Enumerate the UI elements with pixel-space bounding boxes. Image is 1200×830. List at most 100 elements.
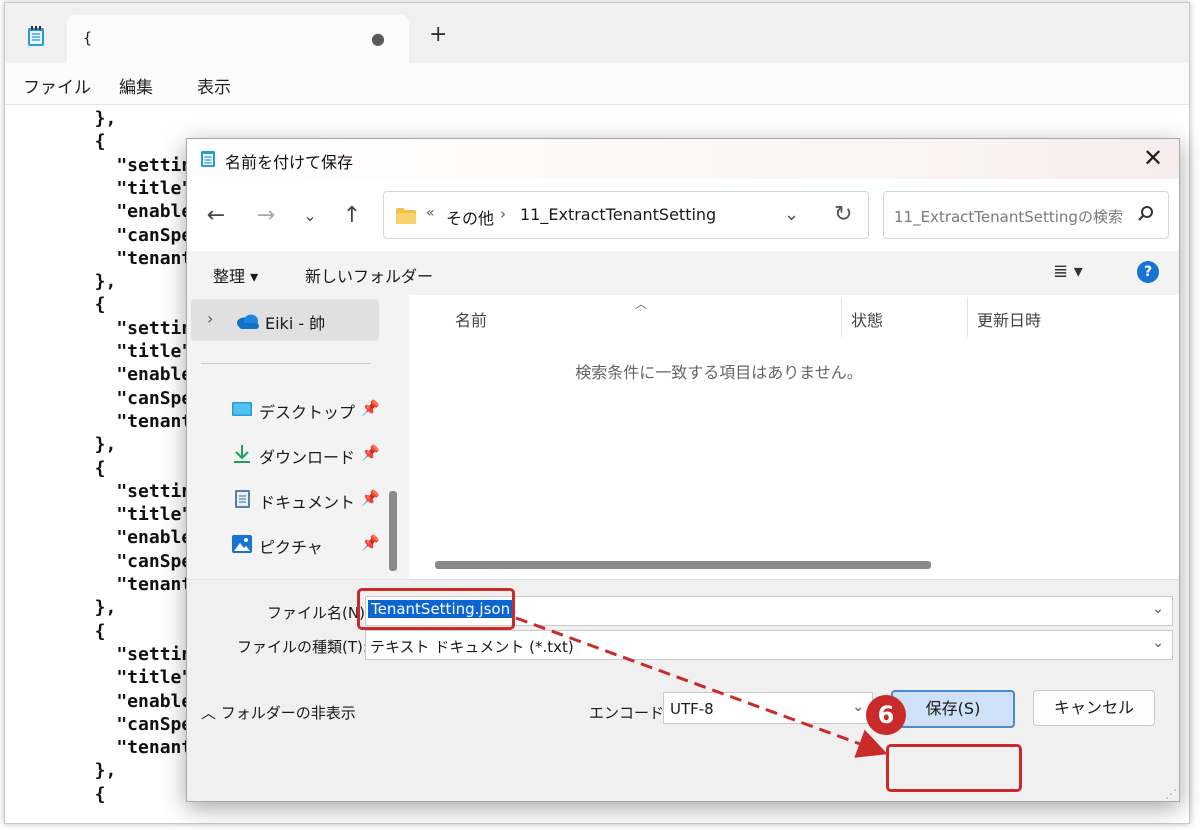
step-number-badge: 6 — [866, 695, 906, 735]
sidebar-item-desktop[interactable]: デスクトップ 📌 — [227, 391, 387, 427]
help-icon[interactable]: ? — [1137, 261, 1159, 283]
breadcrumb-other[interactable]: その他 — [446, 205, 494, 229]
notepad-menubar: ファイル 編集 表示 — [5, 63, 1189, 105]
sidebar-item-label: ピクチャ — [259, 538, 323, 557]
hide-folders-toggle[interactable]: ︿ フォルダーの非表示 — [201, 702, 356, 723]
sidebar-item-onedrive[interactable]: › Eiki - 帥 — [191, 299, 379, 341]
search-icon[interactable] — [1136, 204, 1156, 224]
expand-chevron-icon[interactable]: › — [207, 309, 213, 328]
onedrive-cloud-icon — [237, 314, 259, 329]
pin-icon[interactable]: 📌 — [361, 534, 380, 552]
sidebar-item-label: ダウンロード — [259, 448, 356, 467]
chevron-down-icon[interactable]: ⌄ — [295, 201, 325, 231]
annotation-highlight-save — [886, 744, 1022, 792]
menu-file[interactable]: ファイル — [23, 73, 91, 98]
column-divider[interactable] — [841, 297, 842, 337]
address-dropdown-icon[interactable]: ⌄ — [784, 204, 799, 225]
code-line: "title": — [73, 504, 204, 526]
pin-icon[interactable]: 📌 — [361, 489, 380, 507]
tab-title: { — [83, 29, 93, 47]
empty-results-message: 検索条件に一致する項目はありません。 — [575, 363, 863, 382]
breadcrumb-current-folder[interactable]: 11_ExtractTenantSetting — [520, 205, 716, 224]
column-header-status[interactable]: 状態 — [851, 307, 883, 331]
filetype-value: テキスト ドキュメント (*.txt) — [370, 638, 574, 656]
filetype-label: ファイルの種類(T): — [237, 638, 368, 656]
cancel-button[interactable]: キャンセル — [1033, 690, 1155, 726]
view-options-button[interactable]: ≣ ▾ — [1053, 261, 1083, 282]
column-header-name[interactable]: 名前 — [455, 307, 487, 331]
menu-edit[interactable]: 編集 — [119, 73, 153, 98]
breadcrumb-overflow[interactable]: « — [426, 205, 435, 221]
code-line: }, — [73, 760, 117, 782]
new-tab-button[interactable]: + — [429, 23, 447, 47]
breadcrumb-separator-icon[interactable]: › — [500, 205, 506, 223]
code-line: { — [73, 294, 106, 316]
sidebar-item-label: ドキュメント — [259, 493, 356, 512]
code-line: { — [73, 457, 106, 479]
file-list-pane: ︿ 名前 状態 更新日時 検索条件に一致する項目はありません。 — [409, 295, 1179, 579]
pin-icon[interactable]: 📌 — [361, 444, 380, 462]
pictures-icon — [232, 535, 252, 553]
back-arrow-icon[interactable]: ← — [201, 201, 231, 231]
code-line: { — [73, 131, 106, 153]
notepad-titlebar: { ● + — [5, 3, 1189, 63]
encoding-value: UTF-8 — [670, 700, 714, 718]
save-button[interactable]: 保存(S) — [891, 690, 1015, 728]
desktop-icon — [232, 402, 252, 416]
pin-icon[interactable]: 📌 — [361, 399, 380, 417]
chevron-down-icon[interactable]: ⌄ — [852, 699, 864, 715]
download-icon — [234, 445, 250, 463]
save-as-dialog: 名前を付けて保存 ✕ ← → ⌄ ↑ « その他 › 11_ExtractTen… — [186, 138, 1180, 802]
code-line: "title": — [73, 177, 204, 199]
dialog-navigation-bar: ← → ⌄ ↑ « その他 › 11_ExtractTenantSetting … — [187, 179, 1179, 251]
up-arrow-icon[interactable]: ↑ — [337, 201, 367, 231]
code-line: }, — [73, 271, 117, 293]
resize-grip-icon[interactable]: ⋰ — [1165, 787, 1177, 801]
code-line: }, — [73, 434, 117, 456]
filename-label: ファイル名(N): — [267, 604, 370, 622]
horizontal-scrollbar[interactable] — [435, 561, 931, 569]
forward-arrow-icon[interactable]: → — [251, 201, 281, 231]
menu-view[interactable]: 表示 — [197, 73, 231, 98]
code-line: { — [73, 783, 106, 805]
dialog-titlebar: 名前を付けて保存 ✕ — [187, 139, 1179, 179]
code-line: "title": — [73, 667, 204, 689]
address-bar[interactable]: « その他 › 11_ExtractTenantSetting ⌄ ↻ — [383, 191, 869, 239]
code-line: "title": — [73, 341, 204, 362]
sidebar-item-pictures[interactable]: ピクチャ 📌 — [227, 526, 387, 562]
folder-icon — [396, 208, 416, 224]
tab-document[interactable]: { ● — [67, 15, 409, 63]
search-input[interactable]: 11_ExtractTenantSettingの検索 — [883, 191, 1169, 239]
navigation-pane: › Eiki - 帥 デスクトップ 📌 ダウンロード 📌 ドキュメント 📌 ピク… — [187, 295, 409, 579]
sort-ascending-icon: ︿ — [635, 297, 648, 311]
filetype-select[interactable]: テキスト ドキュメント (*.txt) ⌄ — [365, 630, 1173, 660]
navigation-scrollbar[interactable] — [389, 491, 397, 571]
hide-folders-label: フォルダーの非表示 — [220, 704, 356, 722]
save-form: ファイル名(N): TenantSetting.json ⌄ ファイルの種類(T… — [187, 579, 1179, 801]
close-icon[interactable]: ✕ — [1137, 143, 1169, 175]
dialog-title: 名前を付けて保存 — [225, 153, 354, 172]
sidebar-item-documents[interactable]: ドキュメント 📌 — [227, 481, 387, 517]
search-placeholder: 11_ExtractTenantSettingの検索 — [894, 208, 1123, 226]
encoding-select[interactable]: UTF-8 ⌄ — [663, 692, 873, 724]
column-divider[interactable] — [967, 297, 968, 337]
sidebar-item-downloads[interactable]: ダウンロード 📌 — [227, 436, 387, 472]
column-header-modified[interactable]: 更新日時 — [977, 307, 1041, 331]
code-line: }, — [73, 597, 117, 619]
chevron-down-icon[interactable]: ⌄ — [1152, 601, 1164, 617]
chevron-up-icon: ︿ — [201, 704, 217, 722]
notepad-icon — [201, 151, 215, 167]
encoding-label: エンコード: — [589, 704, 670, 722]
chevron-down-icon[interactable]: ⌄ — [1152, 635, 1164, 651]
refresh-icon[interactable]: ↻ — [834, 202, 852, 227]
annotation-highlight-filename — [357, 588, 515, 630]
code-line: }, — [73, 108, 117, 129]
new-folder-button[interactable]: 新しいフォルダー — [305, 263, 433, 287]
unsaved-dot-icon[interactable]: ● — [371, 29, 385, 48]
sidebar-item-label: Eiki - 帥 — [265, 314, 326, 333]
code-line: { — [73, 620, 106, 642]
divider — [201, 363, 371, 364]
organize-button[interactable]: 整理 ▾ — [213, 263, 258, 287]
notepad-app-icon — [28, 26, 44, 46]
documents-icon — [235, 490, 250, 508]
